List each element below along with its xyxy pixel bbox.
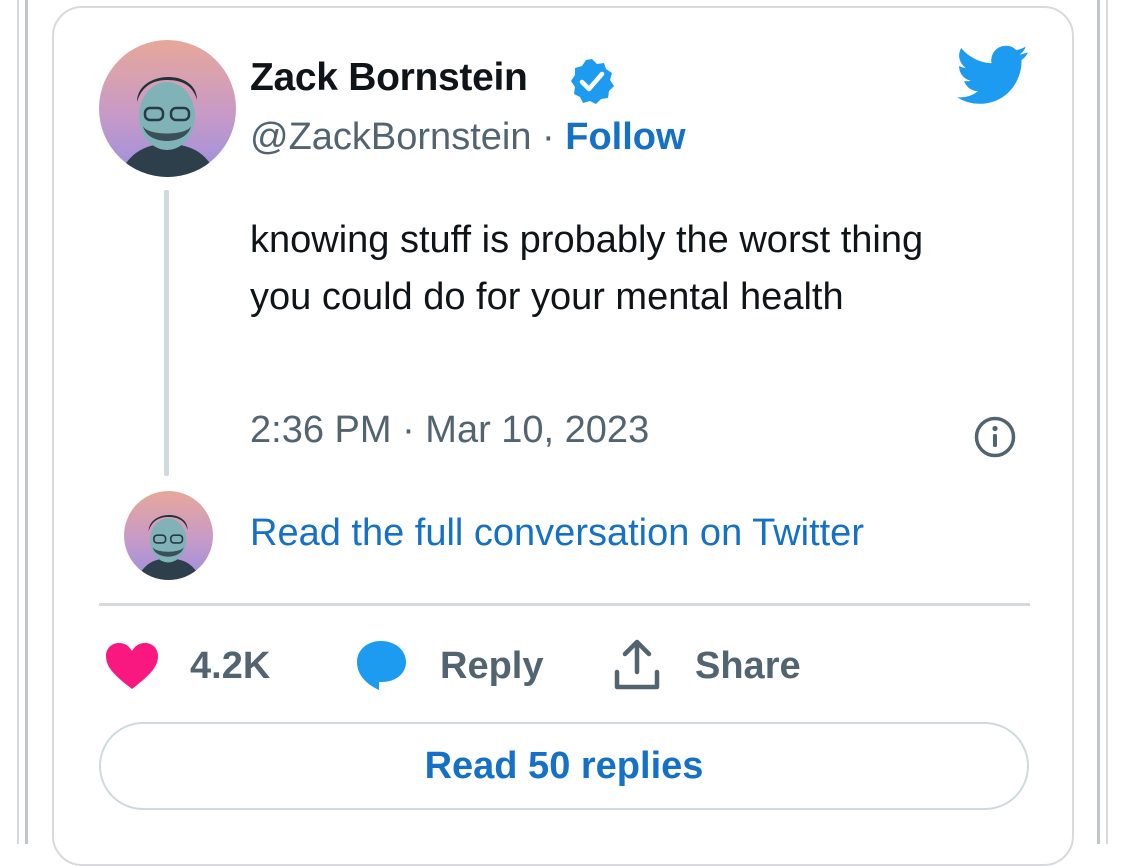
tweet-text: knowing stuff is probably the worst thin… <box>250 219 924 318</box>
like-count[interactable]: 4.2K <box>190 640 270 692</box>
read-replies-button[interactable]: Read 50 replies <box>99 722 1029 810</box>
page-frame-left-outer <box>17 0 19 844</box>
handle-separator: · <box>542 116 555 158</box>
tweet-timestamp[interactable]: 2:36 PM · Mar 10, 2023 <box>250 409 649 452</box>
page-frame-left-inner <box>25 0 28 844</box>
share-button[interactable]: Share <box>695 640 801 692</box>
reply-button[interactable]: Reply <box>440 640 543 692</box>
info-icon[interactable] <box>973 415 1017 459</box>
page-frame-right-outer <box>1106 0 1108 844</box>
share-icon[interactable] <box>611 638 663 692</box>
twitter-bird-icon[interactable] <box>957 45 1029 105</box>
actions-divider <box>99 603 1030 606</box>
reply-bubble-icon[interactable] <box>354 638 408 692</box>
heart-icon[interactable] <box>104 641 160 691</box>
read-full-conversation-link[interactable]: Read the full conversation on Twitter <box>250 512 864 555</box>
follow-link[interactable]: Follow <box>565 116 685 158</box>
author-avatar[interactable] <box>99 40 236 177</box>
author-handle[interactable]: @ZackBornstein <box>250 116 531 158</box>
page-frame-right-inner <box>1097 0 1100 844</box>
thread-connector-line <box>164 190 169 476</box>
conversation-avatar[interactable] <box>124 491 213 580</box>
author-name[interactable]: Zack Bornstein <box>250 56 528 100</box>
verified-badge-icon <box>571 59 614 104</box>
author-handle-row: @ZackBornstein · Follow <box>250 116 686 159</box>
